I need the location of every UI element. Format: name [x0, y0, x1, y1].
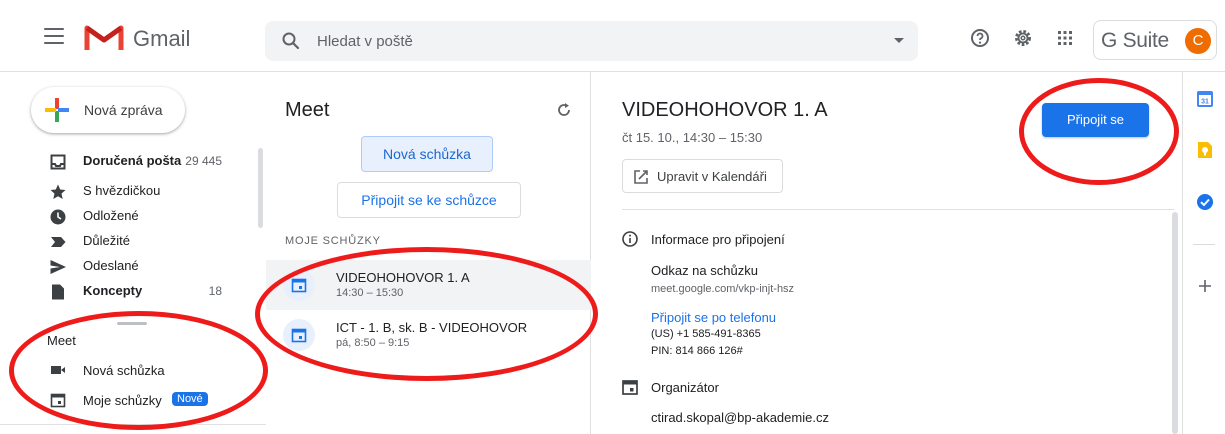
join-info-heading: Informace pro připojení	[651, 232, 785, 247]
meeting-avatar	[283, 319, 315, 351]
search-bar[interactable]	[265, 21, 918, 61]
divider	[1193, 244, 1215, 245]
meeting-title: VIDEOHOHOVOR 1. A	[336, 270, 470, 285]
app-name: Gmail	[133, 26, 191, 51]
nav-item-important[interactable]: Důležité	[0, 229, 250, 254]
search-input[interactable]	[317, 29, 857, 53]
gsuite-label: G Suite	[1101, 29, 1169, 52]
meet-item-label: Nová schůzka	[83, 363, 165, 378]
meeting-pin: PIN: 814 866 126#	[651, 345, 743, 357]
google-calendar-icon[interactable]: 31	[1196, 90, 1214, 108]
meeting-avatar	[283, 269, 315, 301]
new-meeting-button[interactable]: Nová schůzka	[361, 136, 493, 172]
meeting-detail-date: čt 15. 10., 14:30 – 15:30	[622, 130, 763, 145]
nav-label: Odeslané	[83, 258, 139, 273]
nav-item-snoozed[interactable]: Odložené	[0, 204, 250, 229]
meet-panel-title: Meet	[285, 99, 330, 121]
meet-sidebar-title: Meet	[47, 333, 76, 348]
info-icon	[622, 231, 638, 247]
nav-label: Koncepty	[83, 283, 143, 298]
nav-item-inbox[interactable]: Doručená pošta 29 445	[0, 149, 250, 174]
open-external-icon	[634, 170, 648, 184]
search-options-icon[interactable]	[894, 38, 904, 43]
meeting-link-heading: Odkaz na schůzku	[651, 263, 758, 278]
edit-in-calendar-button[interactable]: Upravit v Kalendáři	[622, 159, 783, 193]
organizer-email: ctirad.skopal@bp-akademie.cz	[651, 410, 829, 425]
google-tasks-icon[interactable]	[1196, 193, 1214, 211]
meet-panel: Meet Nová schůzka Připojit se ke schůzce…	[266, 72, 591, 434]
calendar-icon	[291, 328, 307, 343]
calendar-icon	[50, 393, 66, 408]
nav-label: S hvězdičkou	[83, 183, 161, 198]
nav-count: 18	[208, 284, 222, 298]
meet-item-label: Moje schůzky	[83, 393, 162, 408]
compose-label: Nová zpráva	[84, 102, 163, 118]
inbox-icon	[50, 154, 66, 170]
nav-item-starred[interactable]: S hvězdičkou	[0, 179, 250, 204]
meeting-list-item[interactable]: ICT - 1. B, sk. B - VIDEOHOVOR pá, 8:50 …	[266, 310, 591, 360]
send-icon	[50, 260, 66, 274]
compose-plus-icon	[45, 98, 69, 122]
nav-label: Doručená pošta	[83, 153, 182, 168]
meet-sidebar-new-meeting[interactable]: Nová schůzka	[0, 358, 266, 384]
phone-number: (US) +1 585-491-8365	[651, 328, 761, 340]
calendar-icon	[622, 380, 638, 395]
new-badge: Nové	[172, 392, 208, 406]
my-meetings-section-label: MOJE SCHŮZKY	[285, 235, 381, 247]
nav-count: 29 445	[185, 154, 222, 168]
meeting-title: ICT - 1. B, sk. B - VIDEOHOVOR	[336, 320, 528, 335]
meeting-time: 14:30 – 15:30	[336, 287, 404, 299]
add-addon-plus-icon[interactable]	[1196, 277, 1214, 295]
nav-item-drafts[interactable]: Koncepty 18	[0, 279, 250, 304]
organizer-heading: Organizátor	[651, 380, 719, 395]
join-button[interactable]: Připojit se	[1042, 103, 1149, 137]
join-meeting-button[interactable]: Připojit se ke schůzce	[337, 182, 521, 218]
left-nav-scrollbar[interactable]	[258, 148, 263, 228]
meeting-link-url[interactable]: meet.google.com/vkp-injt-hsz	[651, 283, 794, 295]
settings-gear-icon[interactable]	[1013, 28, 1033, 48]
refresh-icon[interactable]	[556, 102, 572, 118]
main-menu-icon[interactable]	[44, 28, 64, 44]
meet-sidebar-my-meetings[interactable]: Moje schůzky Nové	[0, 388, 266, 414]
meeting-time: pá, 8:50 – 9:15	[336, 337, 410, 349]
edit-in-calendar-label: Upravit v Kalendáři	[657, 169, 767, 184]
compose-button[interactable]: Nová zpráva	[31, 87, 185, 133]
meeting-detail-title: VIDEOHOHOVOR 1. A	[622, 99, 828, 121]
important-icon	[51, 237, 66, 247]
divider	[622, 209, 1174, 210]
draft-icon	[52, 284, 64, 300]
meet-section-resize-handle[interactable]	[117, 322, 147, 325]
gmail-logo-icon[interactable]	[84, 22, 124, 52]
meet-sidebar-section: Meet Nová schůzka Moje schůzky Nové	[0, 316, 266, 434]
top-bar: Gmail G Suite C	[0, 0, 1225, 72]
gsuite-account-button[interactable]: G Suite C	[1093, 20, 1217, 60]
join-by-phone-link[interactable]: Připojit se po telefonu	[651, 310, 776, 325]
meeting-list-item[interactable]: VIDEOHOHOVOR 1. A 14:30 – 15:30	[266, 260, 591, 310]
video-camera-icon	[51, 366, 65, 374]
nav-item-sent[interactable]: Odeslané	[0, 254, 250, 279]
avatar[interactable]: C	[1185, 28, 1211, 54]
left-navigation: Nová zpráva Doručená pošta 29 445 S hvěz…	[0, 72, 266, 434]
search-icon[interactable]	[281, 31, 301, 51]
calendar-icon	[291, 278, 307, 293]
detail-scrollbar[interactable]	[1172, 212, 1178, 434]
help-icon[interactable]	[970, 28, 990, 48]
meeting-detail-panel: VIDEOHOHOVOR 1. A čt 15. 10., 14:30 – 15…	[592, 72, 1182, 434]
divider	[0, 424, 266, 425]
svg-text:31: 31	[1201, 99, 1209, 106]
apps-grid-icon[interactable]	[1055, 28, 1075, 48]
star-icon	[50, 184, 66, 199]
clock-icon	[50, 209, 66, 225]
nav-label: Důležité	[83, 233, 130, 248]
right-side-panel: 31	[1182, 72, 1225, 434]
google-keep-icon[interactable]	[1196, 141, 1214, 159]
nav-label: Odložené	[83, 208, 139, 223]
